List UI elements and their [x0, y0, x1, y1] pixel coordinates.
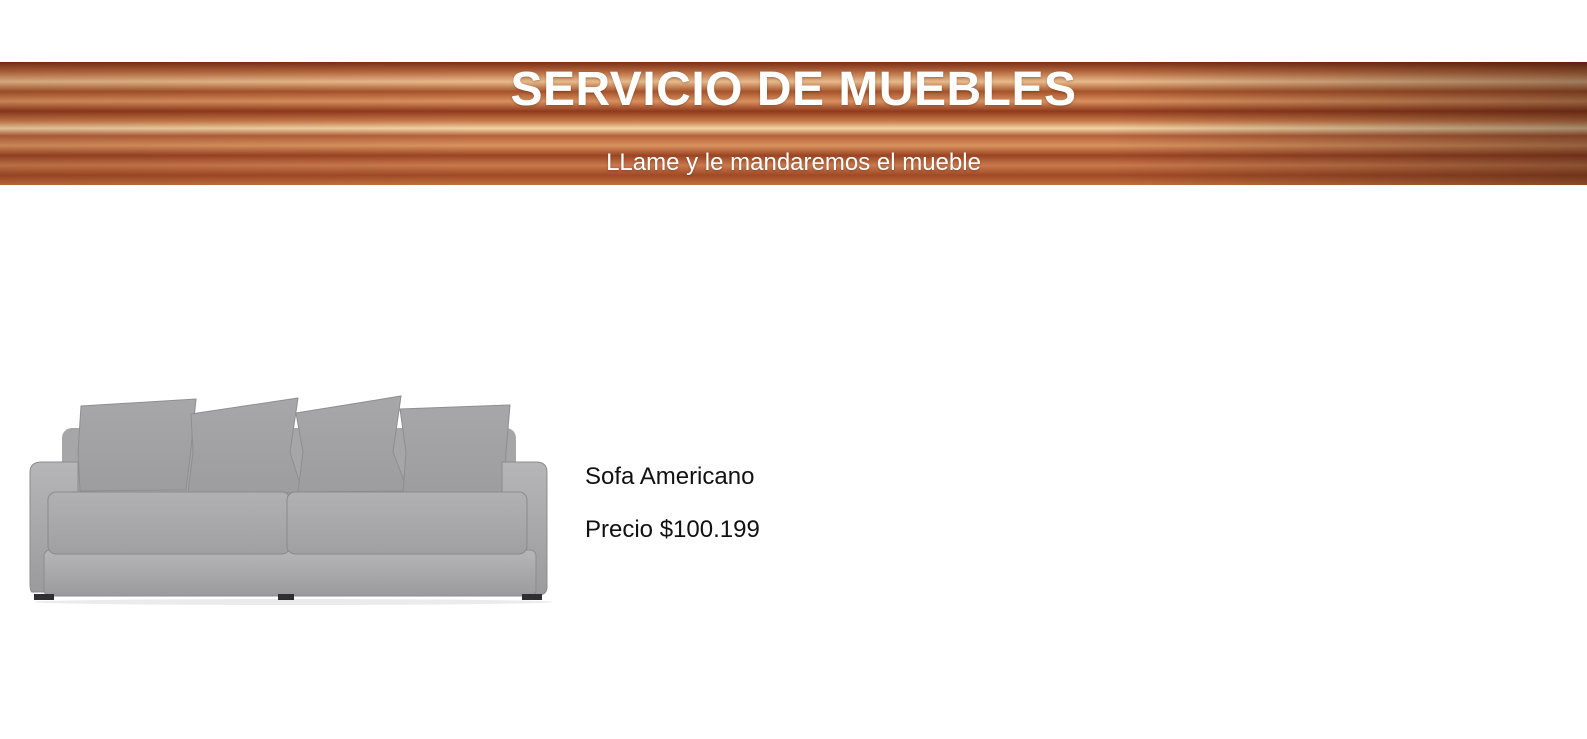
sofa-image [29, 395, 553, 605]
product-name: Sofa Americano [585, 463, 755, 490]
product-card: Sofa Americano Precio $100.199 [28, 392, 828, 607]
page-title: SERVICIO DE MUEBLES [510, 63, 1077, 116]
product-price: Precio $100.199 [585, 516, 760, 543]
product-info: Sofa Americano Precio $100.199 [585, 462, 760, 545]
header-banner: SERVICIO DE MUEBLES LLame y le mandaremo… [0, 62, 1587, 185]
page: SERVICIO DE MUEBLES LLame y le mandaremo… [0, 0, 1587, 739]
page-subtitle: LLame y le mandaremos el mueble [606, 149, 981, 176]
